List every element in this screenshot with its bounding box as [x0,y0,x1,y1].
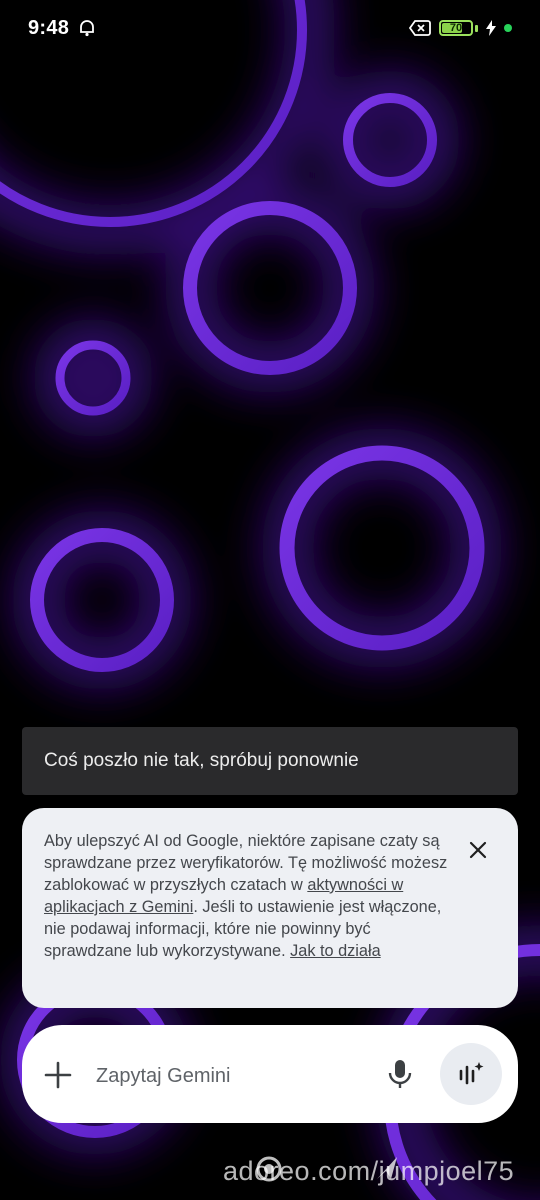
battery-tip [475,24,478,32]
battery-level: 70 [449,22,463,34]
active-dot-icon [504,24,512,32]
close-icon [469,841,487,859]
watermark-text: adoreo.com/jumpjoel75 [223,1156,515,1186]
how-it-works-link[interactable]: Jak to działa [290,942,381,960]
privacy-notice-card: Aby ulepszyć AI od Google, niektóre zapi… [22,808,518,1008]
notice-text: Aby ulepszyć AI od Google, niektóre zapi… [44,830,448,962]
error-message: Coś poszło nie tak, spróbuj ponownie [44,750,359,771]
error-snackbar: Coś poszło nie tak, spróbuj ponownie [22,727,518,795]
status-bar: 9:48 70 [0,0,540,56]
prompt-bar [22,1025,518,1123]
close-notice-button[interactable] [460,832,496,868]
clock-time: 9:48 [28,16,70,39]
wallpaper-background [0,0,540,1200]
add-attachment-button[interactable] [42,1059,74,1091]
gemini-live-button[interactable] [440,1043,502,1105]
alarm-icon [80,20,95,37]
live-waveform-sparkle-icon [459,1062,484,1085]
ask-gemini-input[interactable] [94,1055,368,1097]
charging-bolt-icon [486,20,496,36]
sim-off-icon [409,20,431,36]
battery-icon: 70 [439,20,473,36]
microphone-button[interactable] [386,1058,414,1090]
